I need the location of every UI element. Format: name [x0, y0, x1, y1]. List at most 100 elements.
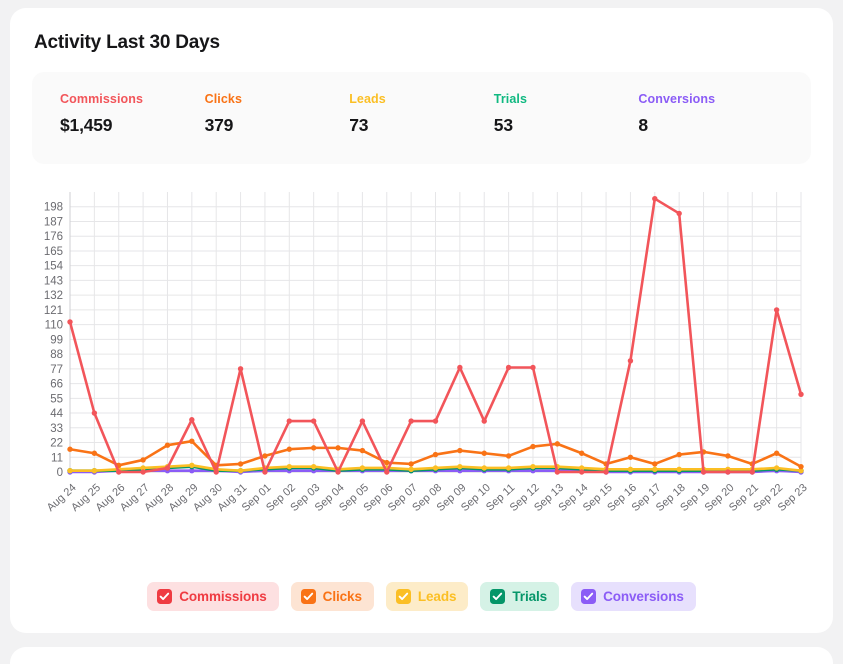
- data-point: [67, 446, 73, 452]
- data-point: [116, 469, 122, 475]
- data-point: [676, 466, 682, 473]
- data-point: [140, 469, 146, 475]
- stat-value: 379: [204, 115, 234, 135]
- data-point: [481, 465, 487, 471]
- data-point: [384, 459, 390, 466]
- data-point: [286, 418, 292, 424]
- data-point: [505, 364, 512, 371]
- legend-item-commissions[interactable]: Commissions: [147, 582, 279, 611]
- y-axis-tick-label: 132: [44, 290, 63, 302]
- checkbox-checked-icon[interactable]: [581, 589, 597, 604]
- data-point: [652, 466, 658, 473]
- data-point: [335, 469, 341, 475]
- data-point: [262, 453, 268, 459]
- data-point: [310, 418, 317, 424]
- data-point: [676, 451, 682, 458]
- data-point: [530, 463, 536, 470]
- data-point: [67, 467, 73, 474]
- data-point: [725, 453, 731, 459]
- data-point: [627, 358, 634, 364]
- data-point: [213, 469, 219, 475]
- stats-summary-band: Commissions $1,459 Clicks 379 Leads 73 T…: [32, 72, 811, 164]
- data-point: [554, 469, 561, 475]
- data-point: [505, 453, 512, 459]
- data-point: [530, 364, 536, 371]
- data-point: [432, 465, 439, 471]
- y-axis-tick-label: 44: [50, 408, 63, 420]
- legend-item-clicks[interactable]: Clicks: [290, 582, 374, 611]
- data-point: [579, 469, 585, 475]
- data-point: [457, 364, 463, 371]
- data-point: [189, 462, 195, 469]
- data-point: [725, 469, 731, 475]
- legend-item-leads[interactable]: Leads: [385, 582, 469, 611]
- data-point: [652, 461, 658, 467]
- data-point: [627, 454, 634, 460]
- data-point: [91, 410, 98, 416]
- stat-label: Leads: [349, 92, 386, 106]
- legend-item-conversions[interactable]: Conversions: [571, 582, 696, 611]
- data-point: [457, 463, 463, 470]
- y-axis-tick-label: 22: [50, 438, 63, 450]
- data-point: [700, 469, 707, 475]
- data-point: [359, 418, 366, 424]
- checkbox-checked-icon[interactable]: [300, 589, 316, 604]
- data-point: [627, 466, 634, 473]
- data-point: [798, 463, 804, 470]
- data-point: [481, 450, 487, 456]
- legend-label: Clicks: [322, 589, 362, 604]
- data-point: [359, 465, 366, 471]
- stat-label: Conversions: [638, 92, 716, 106]
- page-title: Activity Last 30 Days: [34, 32, 220, 53]
- data-point: [335, 445, 341, 451]
- data-point: [773, 307, 780, 313]
- y-axis-tick-label: 154: [44, 261, 64, 273]
- checkbox-checked-icon[interactable]: [395, 589, 411, 604]
- data-point: [237, 467, 244, 474]
- checkbox-checked-icon[interactable]: [490, 589, 506, 604]
- data-point: [432, 418, 439, 424]
- checkbox-checked-icon[interactable]: [157, 589, 173, 604]
- y-axis-tick-label: 187: [44, 216, 63, 228]
- stat-label: Trials: [493, 92, 528, 106]
- y-axis-tick-label: 11: [51, 452, 63, 464]
- y-axis-tick-label: 99: [50, 334, 63, 346]
- stat-label: Commissions: [60, 92, 144, 106]
- data-point: [457, 447, 463, 454]
- y-axis-tick-label: 66: [50, 379, 63, 391]
- data-point: [164, 465, 171, 471]
- activity-card: Activity Last 30 Days Commissions $1,459…: [10, 8, 833, 633]
- data-point: [310, 463, 317, 470]
- data-point: [530, 443, 536, 450]
- data-point: [408, 418, 414, 424]
- stat-commissions: Commissions $1,459: [60, 92, 205, 136]
- data-point: [286, 463, 292, 470]
- data-point: [676, 210, 682, 217]
- data-point: [505, 465, 512, 471]
- stat-conversions: Conversions 8: [638, 92, 783, 136]
- data-point: [237, 461, 244, 467]
- stat-leads: Leads 73: [349, 92, 494, 136]
- y-axis-tick-label: 0: [57, 467, 63, 479]
- data-point: [67, 319, 73, 325]
- y-axis-tick-label: 88: [50, 349, 63, 361]
- data-point: [286, 446, 292, 452]
- data-point: [164, 442, 171, 448]
- data-point: [237, 366, 244, 372]
- stat-clicks: Clicks 379: [205, 92, 350, 136]
- legend-item-trials[interactable]: Trials: [480, 582, 560, 611]
- chart-legend: Commissions Clicks Leads Trials Conversi…: [32, 582, 811, 611]
- data-point: [359, 447, 366, 454]
- stat-value: 8: [638, 115, 648, 135]
- data-point: [189, 438, 195, 444]
- data-point: [481, 418, 487, 424]
- y-axis-tick-label: 165: [44, 246, 63, 258]
- stat-label: Clicks: [204, 92, 243, 106]
- data-point: [749, 469, 755, 475]
- data-point: [91, 450, 98, 456]
- activity-line-chart: 0 11 22 33 44 55 66 77 88 99 110 121 132 143 154 165 176…: [32, 180, 811, 580]
- legend-label: Commissions: [179, 589, 267, 604]
- data-point: [798, 391, 804, 397]
- data-point: [408, 461, 414, 467]
- stat-trials: Trials 53: [494, 92, 639, 136]
